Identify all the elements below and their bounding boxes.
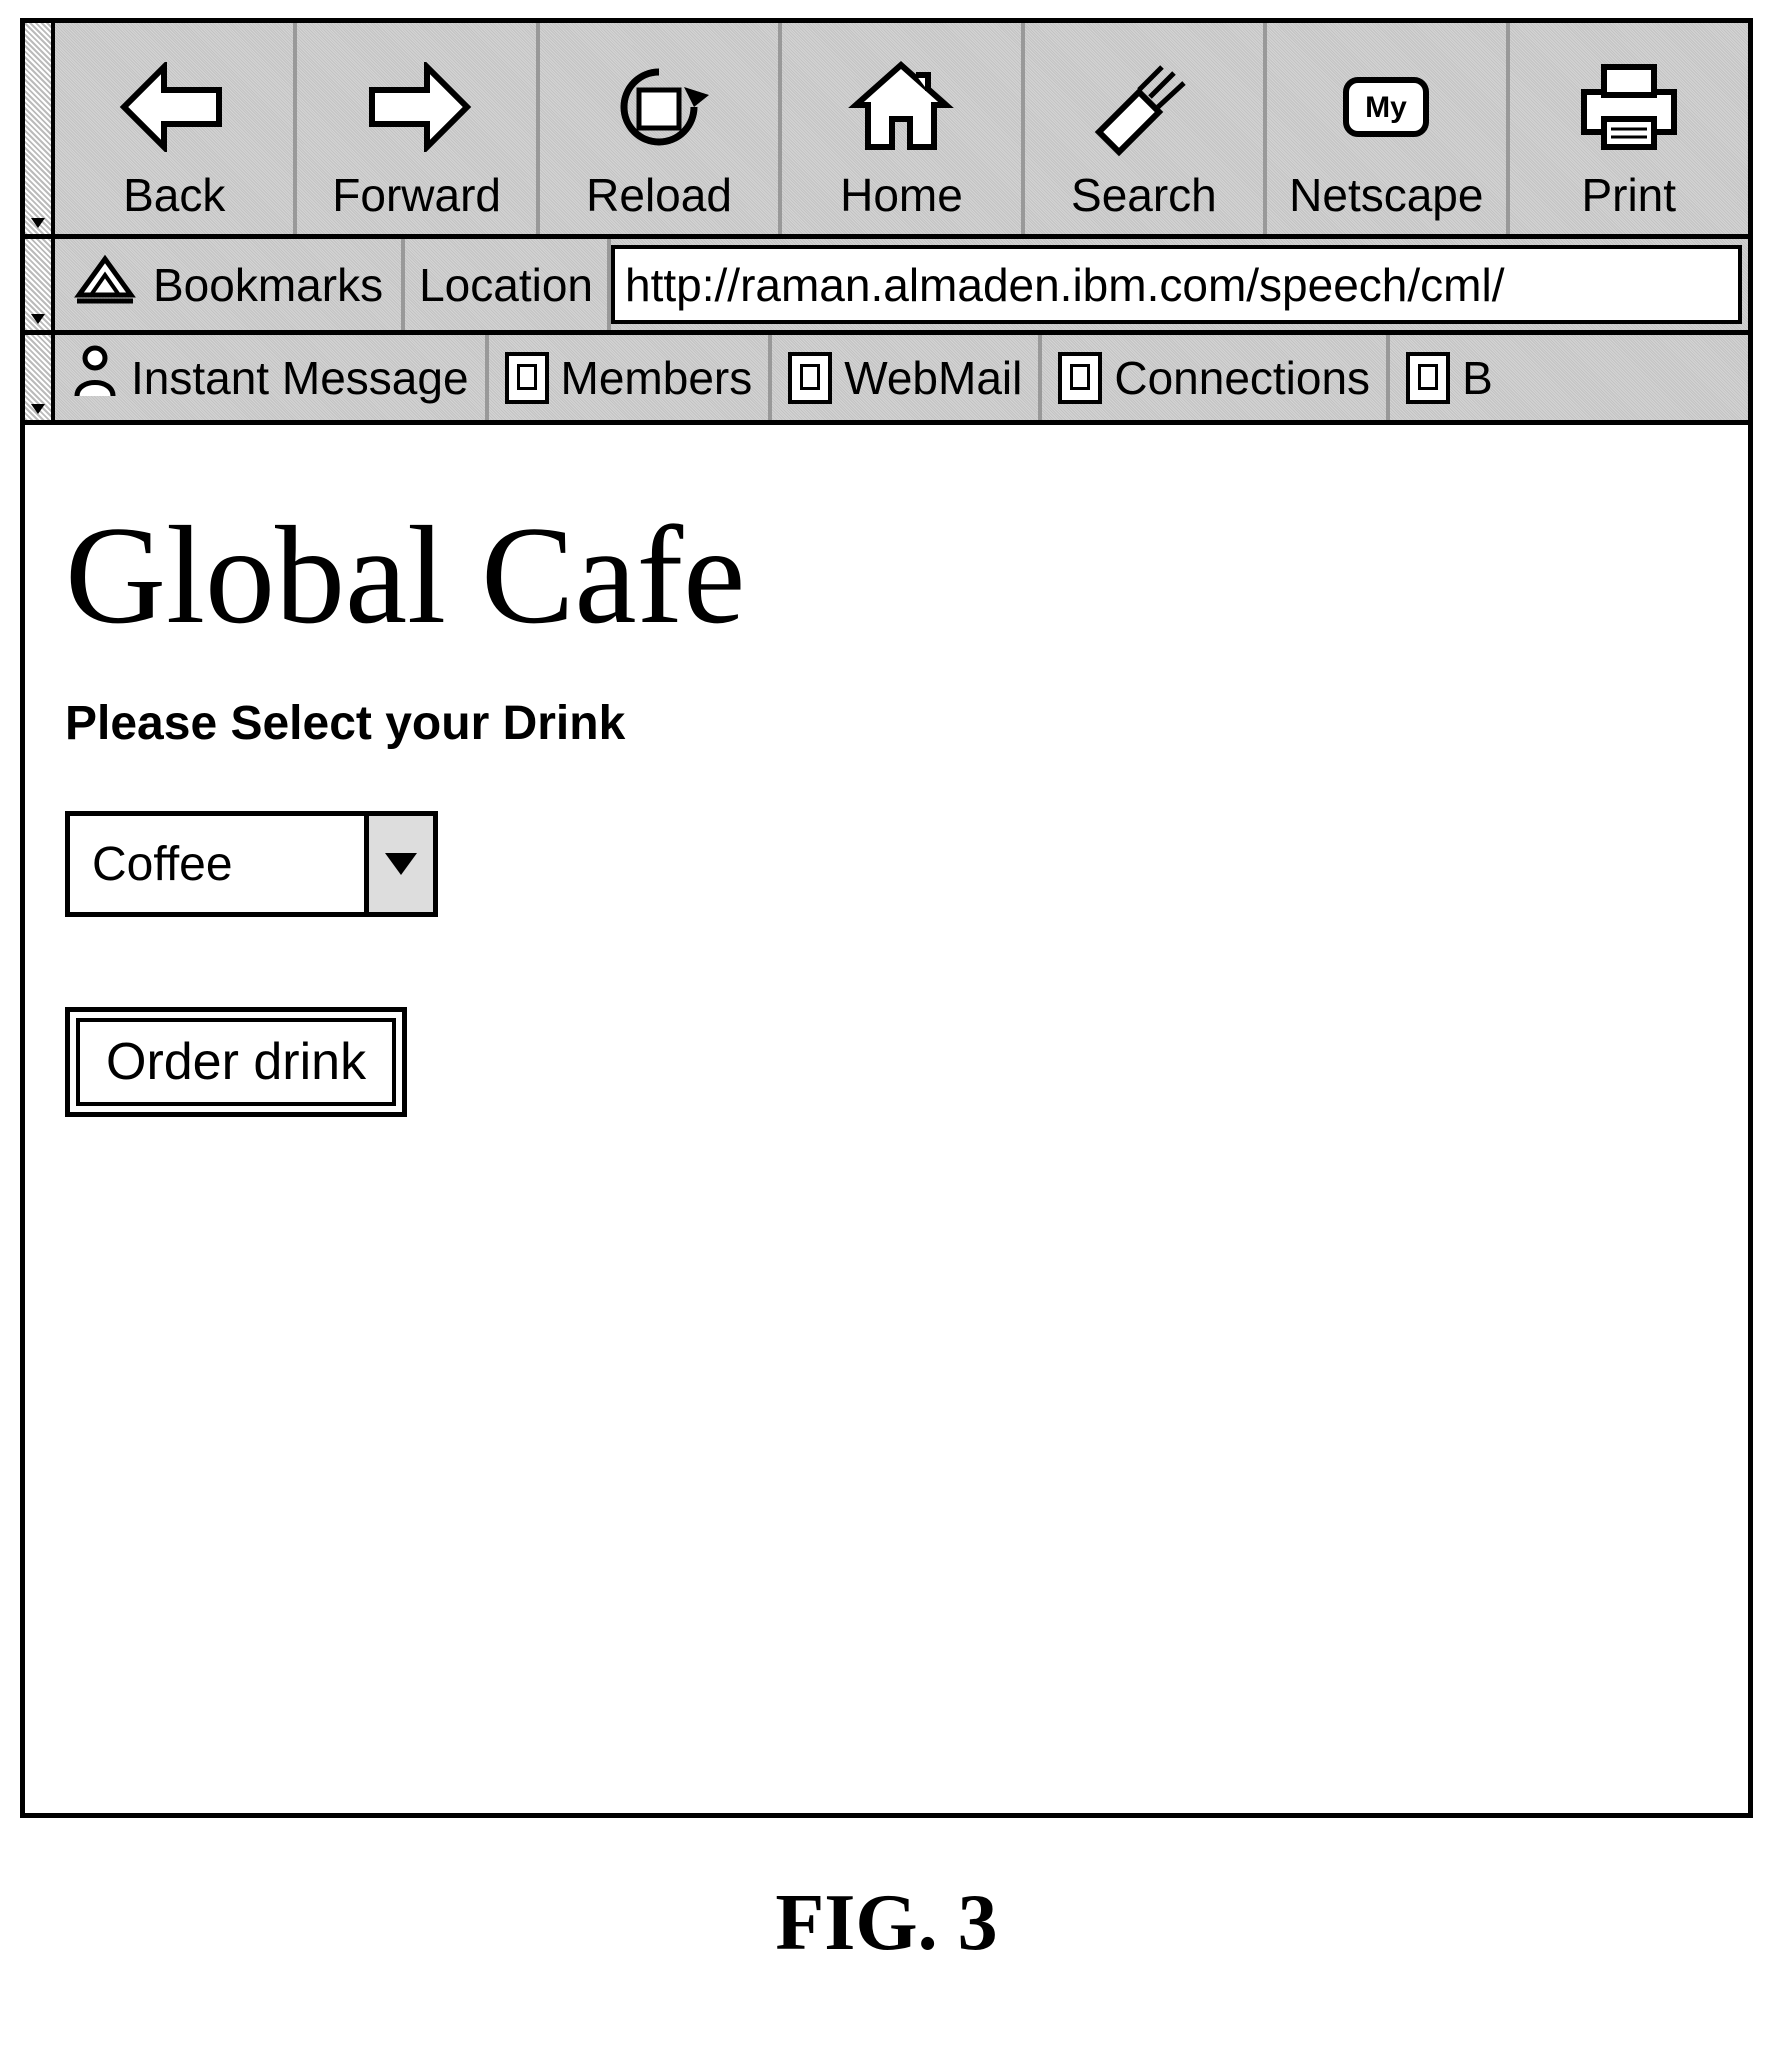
- forward-button[interactable]: Forward: [297, 23, 539, 234]
- instant-message-button[interactable]: Instant Message: [55, 335, 489, 420]
- print-button[interactable]: Print: [1510, 23, 1748, 234]
- personal-toolbar: Instant Message Members WebMail Connecti…: [25, 335, 1748, 425]
- pt-label: B: [1462, 351, 1493, 405]
- url-input[interactable]: http://raman.almaden.ibm.com/speech/cml/: [611, 245, 1742, 324]
- bookmarks-label: Bookmarks: [153, 258, 383, 312]
- document-icon: [505, 352, 549, 404]
- flashlight-icon: [1084, 52, 1204, 162]
- search-button[interactable]: Search: [1025, 23, 1267, 234]
- back-arrow-icon: [119, 52, 229, 162]
- svg-text:My: My: [1365, 91, 1407, 124]
- netscape-button[interactable]: My Netscape: [1267, 23, 1509, 234]
- toolbar-grip[interactable]: [25, 239, 55, 330]
- url-value: http://raman.almaden.ibm.com/speech/cml/: [625, 258, 1504, 312]
- pt-label: Connections: [1114, 351, 1370, 405]
- netscape-label: Netscape: [1289, 168, 1483, 222]
- reload-button[interactable]: Reload: [540, 23, 782, 234]
- location-bar: Bookmarks Location http://raman.almaden.…: [25, 239, 1748, 335]
- members-button[interactable]: Members: [489, 335, 773, 420]
- home-label: Home: [840, 168, 963, 222]
- back-label: Back: [123, 168, 225, 222]
- connections-button[interactable]: Connections: [1042, 335, 1390, 420]
- drink-selected-value: Coffee: [70, 816, 364, 912]
- forward-arrow-icon: [362, 52, 472, 162]
- my-netscape-icon: My: [1326, 52, 1446, 162]
- page-title: Global Cafe: [65, 495, 1708, 656]
- pt-label: WebMail: [844, 351, 1022, 405]
- nav-toolbar: Back Forward: [25, 23, 1748, 239]
- back-button[interactable]: Back: [55, 23, 297, 234]
- drink-dropdown[interactable]: Coffee: [65, 811, 438, 917]
- forward-label: Forward: [332, 168, 501, 222]
- bookmarks-icon: [73, 251, 137, 318]
- webmail-button[interactable]: WebMail: [772, 335, 1042, 420]
- bookmarks-button[interactable]: Bookmarks: [55, 239, 405, 330]
- order-button-label: Order drink: [106, 1032, 366, 1092]
- print-label: Print: [1581, 168, 1676, 222]
- figure-caption: FIG. 3: [0, 1878, 1773, 1969]
- pt-label: Members: [561, 351, 753, 405]
- person-icon: [71, 344, 119, 411]
- pt-label: Instant Message: [131, 351, 469, 405]
- document-icon: [1406, 352, 1450, 404]
- b-button[interactable]: B: [1390, 335, 1503, 420]
- home-icon: [846, 52, 956, 162]
- location-label: Location: [405, 239, 611, 330]
- reload-icon: [604, 52, 714, 162]
- order-drink-button[interactable]: Order drink: [65, 1007, 407, 1117]
- page-content: Global Cafe Please Select your Drink Cof…: [25, 425, 1748, 1117]
- document-icon: [788, 352, 832, 404]
- toolbar-grip[interactable]: [25, 23, 55, 234]
- document-icon: [1058, 352, 1102, 404]
- prompt-text: Please Select your Drink: [65, 696, 1708, 751]
- dropdown-arrow-icon: [364, 816, 433, 912]
- browser-window: Back Forward: [20, 18, 1753, 1818]
- search-label: Search: [1071, 168, 1217, 222]
- reload-label: Reload: [586, 168, 732, 222]
- toolbar-grip[interactable]: [25, 335, 55, 420]
- home-button[interactable]: Home: [782, 23, 1024, 234]
- printer-icon: [1569, 52, 1689, 162]
